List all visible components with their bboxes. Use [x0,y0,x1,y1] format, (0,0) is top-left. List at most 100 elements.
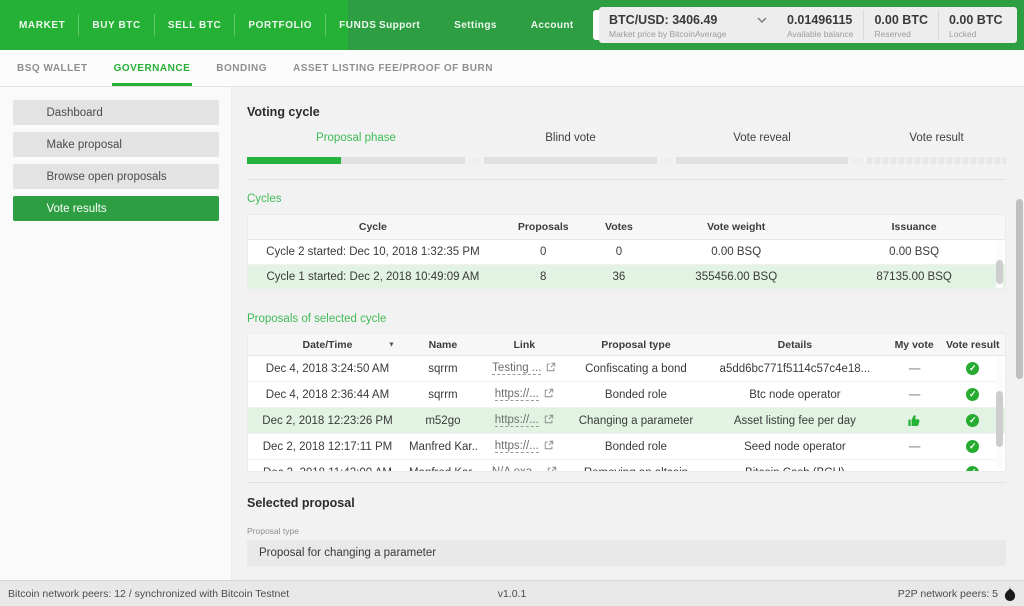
cell-date-time: Dec 2, 2018 12:23:26 PM [248,415,407,427]
sidebar-item-browse-open-proposals[interactable]: Browse open proposals [13,164,219,189]
stat-value: 0.00 BTC [874,13,928,27]
cell-cycle: Cycle 2 started: Dec 10, 2018 1:32:35 PM [248,246,498,258]
cell-date-time: Dec 2, 2018 12:17:11 PM [248,441,407,453]
tab-bonding[interactable]: BONDING [203,50,280,86]
bisq-app-window: MARKETBUY BTCSELL BTCPORTFOLIOFUNDS Supp… [0,0,1024,606]
vote-accepted-icon [966,466,979,472]
column-header-cycle[interactable]: Cycle [248,221,498,233]
stat-label: Locked [949,29,1003,39]
chevron-down-icon[interactable] [757,17,767,23]
nav-support[interactable]: Support [362,20,437,31]
stat-value: 0.00 BTC [949,13,1003,27]
column-header-my-vote[interactable]: My vote [888,339,941,351]
column-header-details[interactable]: Details [702,339,887,351]
cell-date-time: Dec 4, 2018 2:36:44 AM [248,389,407,401]
phase-progress-bar [247,157,465,164]
cell-name: m52go [407,415,479,427]
no-vote-icon: — [909,363,920,375]
column-header-vote-result[interactable]: Vote result [941,339,1005,351]
tor-onion-icon [1004,585,1016,602]
cell-date-time: Dec 2, 2018 11:42:00 AM [248,467,407,473]
field-input-proposal-type[interactable]: Proposal for changing a parameter [247,540,1006,566]
cell-vote-weight: 355456.00 BSQ [649,271,823,283]
field-label: Proposal type [247,526,1006,536]
sidebar-item-vote-results[interactable]: Vote results [13,196,219,221]
nav-buy-btc[interactable]: BUY BTC [79,20,153,31]
proposal-link[interactable]: https://... [495,414,539,427]
cycles-table-scrollbar[interactable] [996,241,1003,288]
phase-label: Vote reveal [676,132,848,144]
column-header-name[interactable]: Name [407,339,479,351]
cell-link: https://... [479,440,570,453]
vote-results-content: Voting cycle Proposal phaseBlind voteVot… [232,87,1024,580]
phase-label: Vote result [867,132,1006,144]
voting-phase-progress: Proposal phaseBlind voteVote revealVote … [247,132,1006,164]
column-header-issuance[interactable]: Issuance [823,221,1005,233]
selected-proposal-title: Selected proposal [247,496,1006,510]
tab-bsq-wallet[interactable]: BSQ WALLET [4,50,101,86]
cell-votes: 0 [589,246,650,258]
nav-sell-btc[interactable]: SELL BTC [155,20,235,31]
tab-asset-listing-fee-proof-of-burn[interactable]: ASSET LISTING FEE/PROOF OF BURN [280,50,506,86]
market-price-selector[interactable]: BTC/USD: 3406.49 Market price by Bitcoin… [599,10,777,40]
nav-portfolio[interactable]: PORTFOLIO [235,20,325,31]
phase-progress-bar [484,157,657,164]
proposal-link[interactable]: https://... [495,388,539,401]
sidebar-item-dashboard[interactable]: Dashboard [13,100,219,125]
nav-settings[interactable]: Settings [437,20,514,31]
phase-blind-vote: Blind vote [484,132,657,164]
column-header-date-time[interactable]: Date/Time▼ [248,339,407,351]
nav-market[interactable]: MARKET [6,20,78,31]
price-source-label: Market price by BitcoinAverage [609,29,767,39]
cell-issuance: 0.00 BSQ [823,246,1005,258]
cell-cycle: Cycle 1 started: Dec 2, 2018 10:49:09 AM [248,271,498,283]
governance-sidebar: Dashboard Make proposal Browse open propos… [0,87,232,580]
sidebar-item-make-proposal[interactable]: Make proposal [13,132,219,157]
stat-locked: 0.00 BTC Locked [938,10,1013,40]
cell-proposal-type: Removing an altcoin [570,467,702,473]
proposals-scrollbar-thumb[interactable] [996,391,1003,447]
window-scrollbar-thumb[interactable] [1016,199,1023,379]
vote-accepted-icon [966,414,979,427]
proposals-table-scrollbar[interactable] [996,357,1003,469]
column-header-link[interactable]: Link [479,339,570,351]
column-header-votes[interactable]: Votes [589,221,650,233]
table-row[interactable]: Cycle 1 started: Dec 2, 2018 10:49:09 AM… [248,265,1005,290]
table-row[interactable]: Dec 4, 2018 3:24:50 AMsqrrmTesting ...Co… [248,356,1005,382]
stat-available-balance: 0.01496115Available balance [777,10,863,40]
tab-governance[interactable]: GOVERNANCE [101,50,204,86]
thumbs-up-icon [907,414,921,427]
proposals-table: Date/Time▼NameLinkProposal typeDetailsMy… [247,333,1006,472]
table-row[interactable]: Dec 2, 2018 11:42:00 AMManfred Kar...N/A… [248,460,1005,472]
vote-accepted-icon [966,388,979,401]
cycles-heading: Cycles [247,193,1006,205]
cell-details: a5dd6bc771f5114c57c4e18... [702,363,887,375]
cell-my-vote: — [888,389,941,401]
p2p-network-status: P2P network peers: 5 [898,588,998,600]
table-row[interactable]: Dec 2, 2018 12:23:26 PMm52go https://... C… [248,408,1005,434]
cell-proposal-type: Changing a parameter [570,415,702,427]
proposal-link[interactable]: https://... [495,440,539,453]
top-nav-bar: MARKETBUY BTCSELL BTCPORTFOLIOFUNDS Supp… [0,0,1024,50]
primary-nav: MARKETBUY BTCSELL BTCPORTFOLIOFUNDS [0,0,348,50]
column-header-proposal-type[interactable]: Proposal type [570,339,702,351]
cell-votes: 36 [589,271,650,283]
table-row[interactable]: Dec 2, 2018 12:17:11 PMManfred Kar...htt… [248,434,1005,460]
cycles-scrollbar-thumb[interactable] [996,260,1003,284]
nav-account[interactable]: Account [514,20,591,31]
cell-details: Seed node operator [702,441,887,453]
cell-name: sqrrm [407,363,479,375]
sort-descending-icon: ▼ [388,341,395,348]
column-header-proposals[interactable]: Proposals [498,221,589,233]
proposal-link[interactable]: Testing ... [492,362,541,375]
phase-label: Blind vote [484,132,657,144]
table-row[interactable]: Cycle 2 started: Dec 10, 2018 1:32:35 PM… [248,240,1005,265]
table-row[interactable]: Dec 4, 2018 2:36:44 AMsqrrmhttps://...Bo… [248,382,1005,408]
cell-link: https://... [479,414,570,427]
vote-accepted-icon [966,440,979,453]
status-bar: Bitcoin network peers: 12 / synchronized… [0,580,1024,606]
cell-issuance: 87135.00 BSQ [823,271,1005,283]
column-header-vote-weight[interactable]: Vote weight [649,221,823,233]
stat-value: 0.01496115 [787,13,853,27]
proposal-link[interactable]: N/A exa... [492,466,542,472]
